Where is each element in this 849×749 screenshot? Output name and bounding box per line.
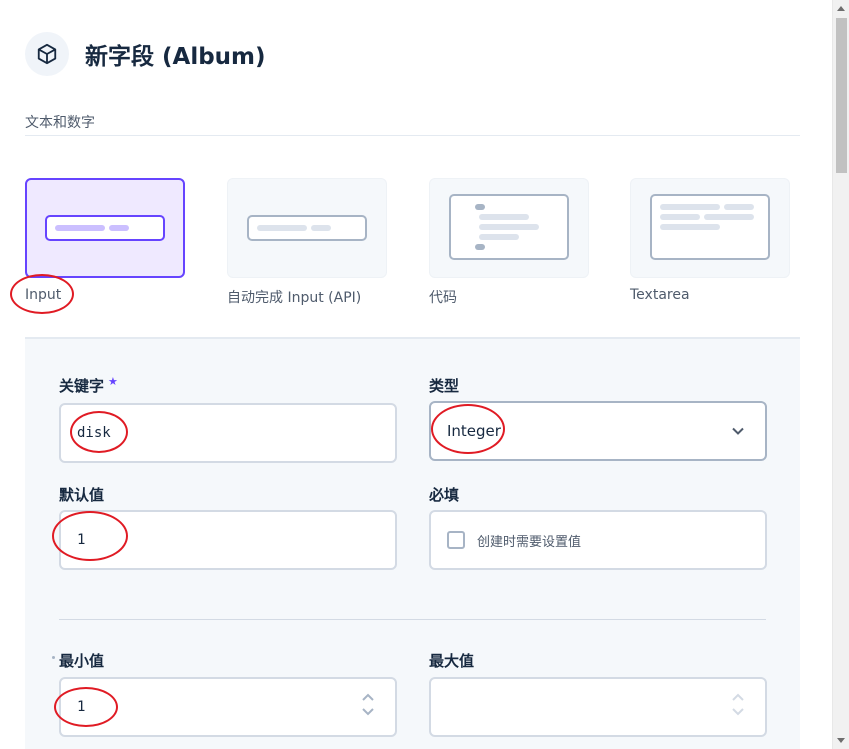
scroll-up-icon[interactable] <box>837 6 845 11</box>
scrollbar[interactable] <box>832 0 849 749</box>
group-divider <box>25 135 800 136</box>
code-preview-icon[interactable] <box>429 178 589 278</box>
required-checkbox-label: 创建时需要设置值 <box>477 534 582 550</box>
interface-group-label: 文本和数字 <box>25 115 95 131</box>
page-title: 新字段 (Album) <box>85 44 266 70</box>
required-label: 必填 <box>429 486 460 504</box>
checkbox[interactable] <box>447 531 465 549</box>
field-options-panel: 关键字 ★ disk 类型 Integer 默认值 1 必填 创建时需要设置值 最… <box>25 337 800 749</box>
interface-option-textarea[interactable]: Textarea <box>630 178 790 303</box>
required-toggle[interactable]: 创建时需要设置值 <box>429 510 767 570</box>
annotation-circle <box>431 404 505 454</box>
interface-option-label: 自动完成 Input (API) <box>227 290 362 306</box>
input-preview-icon[interactable] <box>25 178 185 278</box>
max-input[interactable] <box>429 677 767 737</box>
required-star-icon: ★ <box>108 375 118 388</box>
type-label: 类型 <box>429 377 460 395</box>
box-icon <box>25 32 69 76</box>
stepper-icon[interactable] <box>731 693 745 716</box>
autocomplete-preview-icon[interactable] <box>227 178 387 278</box>
annotation-circle <box>52 511 128 561</box>
stepper-icon[interactable] <box>361 693 375 716</box>
min-label: 最小值 <box>59 652 105 670</box>
default-value-label: 默认值 <box>59 486 105 504</box>
panel-divider <box>59 619 766 620</box>
scrollbar-thumb[interactable] <box>836 18 847 173</box>
annotation-circle <box>54 687 118 727</box>
annotation-circle <box>10 274 74 314</box>
chevron-down-icon <box>731 424 745 442</box>
scroll-down-icon[interactable] <box>837 738 845 743</box>
annotation-circle <box>70 411 128 453</box>
page-header: 新字段 (Album) <box>25 32 266 76</box>
interface-option-autocomplete[interactable]: 自动完成 Input (API) <box>227 178 387 307</box>
textarea-preview-icon[interactable] <box>630 178 790 278</box>
indicator-dot <box>52 656 55 659</box>
key-label: 关键字 ★ <box>59 375 118 395</box>
interface-option-label: Textarea <box>630 287 690 303</box>
interface-option-label: 代码 <box>429 290 457 306</box>
max-label: 最大值 <box>429 652 475 670</box>
interface-option-code[interactable]: 代码 <box>429 178 589 307</box>
